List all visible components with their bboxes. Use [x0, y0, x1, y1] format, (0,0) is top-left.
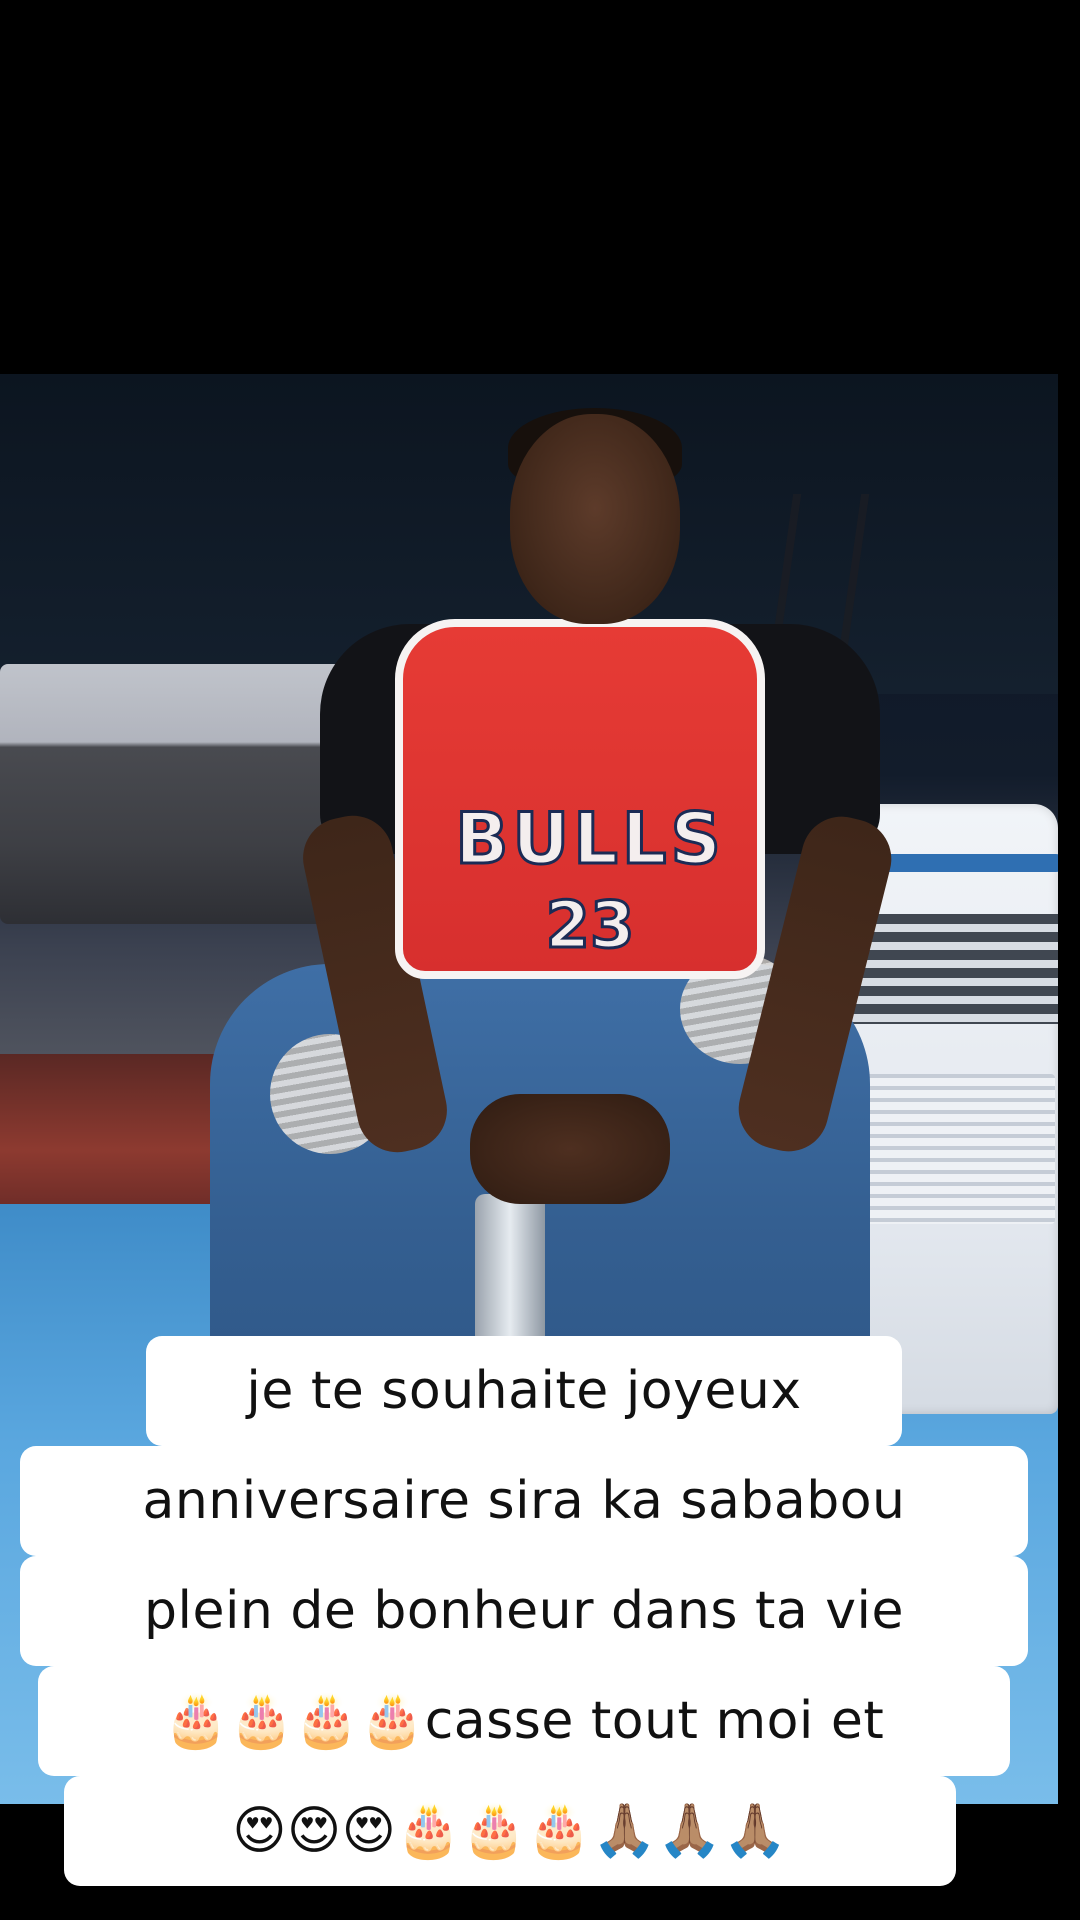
caption-line-4: 🎂🎂🎂🎂casse tout moi et — [38, 1666, 1010, 1776]
caption-line-5: 😍😍😍🎂🎂🎂🙏🏽🙏🏽🙏🏽 — [64, 1776, 956, 1886]
caption-overlay: je te souhaite joyeux anniversaire sira … — [0, 1330, 1080, 1920]
clasped-hands — [470, 1094, 670, 1204]
head — [510, 414, 680, 624]
seated-man: BULLS 23 — [210, 394, 900, 1434]
caption-line-2: anniversaire sira ka sababou — [20, 1446, 1028, 1556]
jersey-team-text: BULLS — [454, 798, 725, 880]
jersey-number: 23 — [544, 889, 636, 963]
caption-line-3: plein de bonheur dans ta vie — [20, 1556, 1028, 1666]
cooler-grille — [845, 1074, 1055, 1224]
caption-line-1: je te souhaite joyeux — [146, 1336, 902, 1446]
